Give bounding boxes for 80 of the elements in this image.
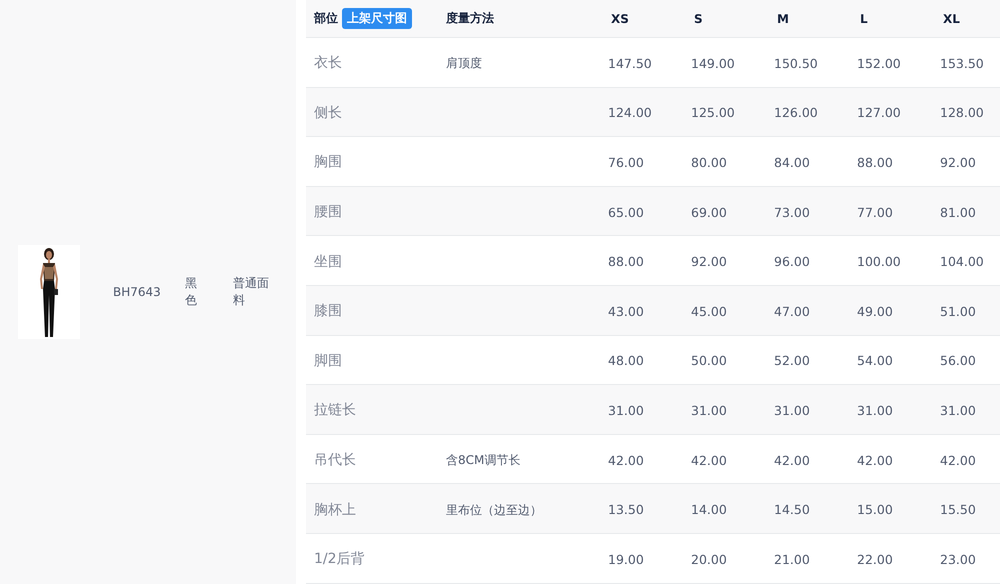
color-name: 黑色: [185, 275, 198, 309]
part-name: 腰围: [313, 204, 342, 220]
size-value: 69.00: [690, 204, 727, 220]
size-value: 43.00: [607, 304, 644, 319]
size-value: 76.00: [607, 154, 644, 170]
column-header: S: [694, 12, 703, 26]
size-value: 42.00: [773, 452, 810, 468]
size-value: 92.00: [939, 154, 976, 170]
size-value: 77.00: [856, 204, 893, 220]
size-value: 54.00: [856, 353, 893, 368]
size-value: 31.00: [856, 402, 893, 418]
part-name: 拉链长: [313, 402, 356, 418]
part-name: 胸杯上: [313, 502, 356, 518]
size-value: 22.00: [856, 552, 893, 567]
size-value: 147.50: [607, 56, 652, 71]
column-header: 度量方法: [446, 10, 494, 27]
size-value: 88.00: [607, 254, 644, 270]
size-value: 48.00: [607, 353, 644, 368]
size-value: 13.50: [607, 502, 644, 518]
part-name: 胸围: [313, 154, 342, 170]
measure-method: 含8CM调节长: [445, 453, 520, 468]
fabric-type: 普通面料: [233, 275, 270, 309]
size-value: 80.00: [690, 154, 727, 170]
size-value: 23.00: [939, 552, 976, 567]
column-header: XL: [943, 12, 960, 26]
size-value: 84.00: [773, 154, 810, 170]
size-value: 15.00: [856, 502, 893, 518]
size-value: 31.00: [690, 402, 727, 418]
size-value: 88.00: [856, 154, 893, 170]
size-value: 42.00: [939, 452, 976, 468]
part-name: 吊代长: [313, 452, 356, 468]
column-header: M: [777, 12, 789, 26]
part-name: 1/2后背: [313, 551, 365, 568]
size-value: 92.00: [690, 254, 727, 270]
size-value: 153.50: [939, 56, 984, 71]
size-value: 14.50: [773, 502, 810, 518]
size-value: 42.00: [607, 452, 644, 468]
size-value: 20.00: [690, 552, 727, 567]
part-name: 膝围: [313, 303, 342, 320]
size-value: 50.00: [690, 353, 727, 368]
size-value: 19.00: [607, 552, 644, 567]
size-value: 31.00: [939, 402, 976, 418]
part-name: 侧长: [313, 104, 342, 121]
column-header: 部位: [314, 10, 338, 27]
size-value: 81.00: [939, 204, 976, 220]
size-value: 124.00: [607, 105, 652, 120]
size-value: 152.00: [856, 56, 901, 71]
size-value: 52.00: [773, 353, 810, 368]
size-value: 14.00: [690, 502, 727, 518]
measure-method: 里布位（边至边）: [445, 502, 542, 517]
size-value: 47.00: [773, 304, 810, 319]
size-value: 31.00: [607, 402, 644, 418]
size-value: 51.00: [939, 304, 976, 319]
size-value: 42.00: [690, 452, 727, 468]
size-value: 96.00: [773, 254, 810, 270]
size-value: 31.00: [773, 402, 810, 418]
size-value: 150.50: [773, 56, 818, 71]
size-value: 100.00: [856, 254, 901, 270]
measure-method: 肩顶度: [445, 56, 482, 70]
product-code: BH7643: [113, 285, 162, 299]
size-value: 104.00: [939, 254, 984, 270]
size-value: 49.00: [856, 304, 893, 319]
size-value: 56.00: [939, 353, 976, 368]
size-value: 73.00: [773, 204, 810, 220]
size-value: 127.00: [856, 105, 901, 120]
size-value: 15.50: [939, 502, 976, 518]
size-value: 42.00: [856, 452, 893, 468]
part-name: 脚围: [313, 352, 342, 369]
size-value: 126.00: [773, 105, 818, 120]
size-value: 149.00: [690, 56, 735, 71]
size-value: 21.00: [773, 552, 810, 567]
size-value: 65.00: [607, 204, 644, 220]
part-name: 衣长: [313, 55, 342, 72]
column-header: L: [860, 12, 868, 26]
column-header: XS: [611, 12, 629, 26]
size-value: 125.00: [690, 105, 735, 120]
size-value: 128.00: [939, 105, 984, 120]
size-chart-tag[interactable]: 上架尺寸图: [342, 8, 412, 29]
size-value: 45.00: [690, 304, 727, 319]
part-name: 坐围: [313, 254, 342, 270]
